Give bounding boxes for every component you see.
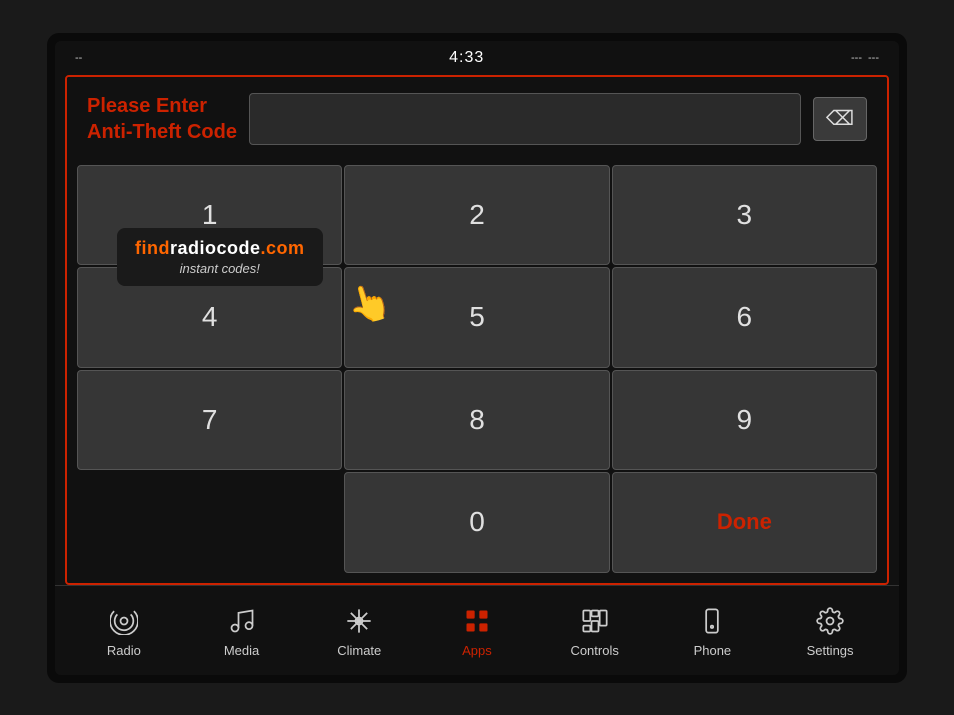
nav-phone-label: Phone — [694, 643, 732, 658]
backspace-icon: ⌫ — [826, 106, 854, 131]
nav-apps-label: Apps — [462, 643, 492, 658]
controls-icon — [577, 603, 613, 639]
nav-radio[interactable]: Radio — [89, 603, 159, 658]
prompt-text: Please Enter Anti-Theft Code — [87, 93, 237, 145]
key-2[interactable]: 2 — [344, 165, 609, 266]
url-part3: .com — [261, 238, 305, 258]
code-input-box[interactable] — [249, 93, 801, 145]
status-dash-right1: --- — [851, 52, 862, 64]
nav-controls[interactable]: Controls — [560, 603, 630, 658]
status-dash-left: -- — [75, 52, 82, 64]
watermark: findradiocode.com instant codes! — [117, 228, 323, 286]
nav-climate[interactable]: Climate — [324, 603, 394, 658]
watermark-url: findradiocode.com — [135, 238, 305, 259]
settings-icon — [812, 603, 848, 639]
status-right: --- --- — [851, 52, 879, 64]
device-frame: -- 4:33 --- --- Please Enter Anti-Theft … — [47, 33, 907, 683]
climate-icon — [341, 603, 377, 639]
key-done[interactable]: Done — [612, 472, 877, 573]
nav-settings-label: Settings — [807, 643, 854, 658]
nav-settings[interactable]: Settings — [795, 603, 865, 658]
status-dash-right2: --- — [868, 52, 879, 64]
watermark-tagline: instant codes! — [180, 261, 260, 276]
bottom-nav: Radio Media — [55, 585, 899, 675]
media-icon — [224, 603, 260, 639]
status-time: 4:33 — [449, 49, 484, 67]
nav-media[interactable]: Media — [207, 603, 277, 658]
url-part2: radiocode — [170, 238, 261, 258]
backspace-button[interactable]: ⌫ — [813, 97, 867, 141]
nav-controls-label: Controls — [570, 643, 618, 658]
url-part1: find — [135, 238, 170, 258]
main-content: Please Enter Anti-Theft Code ⌫ 1 2 3 4 5… — [65, 75, 889, 585]
status-bar: -- 4:33 --- --- — [55, 41, 899, 75]
code-entry-area: Please Enter Anti-Theft Code ⌫ — [67, 77, 887, 161]
key-8[interactable]: 8 — [344, 370, 609, 471]
nav-climate-label: Climate — [337, 643, 381, 658]
key-7[interactable]: 7 — [77, 370, 342, 471]
apps-icon — [459, 603, 495, 639]
status-left: -- — [75, 52, 82, 64]
key-6[interactable]: 6 — [612, 267, 877, 368]
watermark-background: findradiocode.com instant codes! — [117, 228, 323, 286]
radio-icon — [106, 603, 142, 639]
nav-phone[interactable]: Phone — [677, 603, 747, 658]
keypad: 1 2 3 4 5 6 7 8 9 0 Done — [67, 161, 887, 583]
key-0[interactable]: 0 — [344, 472, 609, 573]
nav-media-label: Media — [224, 643, 259, 658]
key-3[interactable]: 3 — [612, 165, 877, 266]
key-empty — [77, 472, 342, 573]
nav-radio-label: Radio — [107, 643, 141, 658]
key-9[interactable]: 9 — [612, 370, 877, 471]
phone-icon — [694, 603, 730, 639]
nav-apps[interactable]: Apps — [442, 603, 512, 658]
screen: -- 4:33 --- --- Please Enter Anti-Theft … — [55, 41, 899, 675]
